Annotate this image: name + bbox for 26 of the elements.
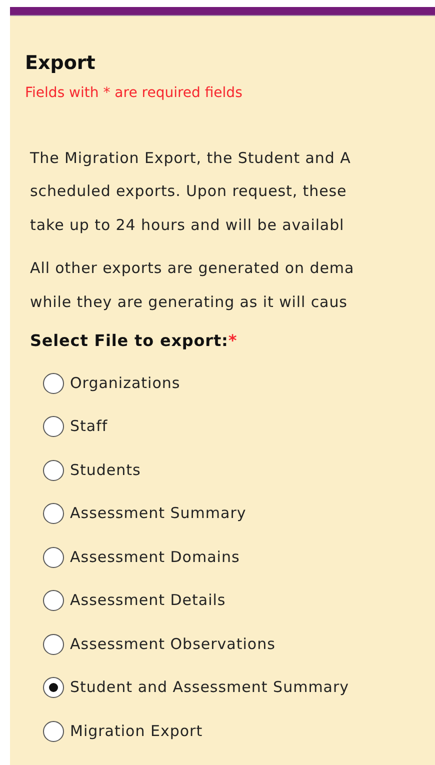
paragraph-line: take up to 24 hours and will be availabl [30,214,344,236]
radio-button[interactable] [43,677,64,698]
radio-label[interactable]: Migration Export [70,720,203,742]
radio-label[interactable]: Assessment Domains [70,546,240,568]
radio-label[interactable]: Assessment Observations [70,632,276,656]
paragraph-line: while they are generating as it will caus [30,292,348,313]
page-title: Export [25,52,96,75]
radio-label[interactable]: Assessment Summary [70,502,246,525]
radio-button[interactable] [43,546,64,568]
radio-button[interactable] [43,720,64,742]
radio-label[interactable]: Students [70,458,141,482]
required-note: Fields with * are required fields [25,84,244,103]
radio-button[interactable] [43,416,64,438]
paragraph-line: All other exports are generated on dema [30,258,354,280]
radio-button[interactable] [43,460,64,481]
field-label: Select File to export:* [29,330,238,352]
radio-label[interactable]: Student and Assessment Summary [70,676,350,699]
radio-label[interactable]: Staff [70,415,108,438]
paragraph-line: scheduled exports. Upon request, these [30,181,347,202]
radio-button[interactable] [43,372,64,394]
radio-label[interactable]: Organizations [70,372,180,394]
radio-button[interactable] [43,634,64,655]
radio-button[interactable] [43,590,64,612]
radio-label[interactable]: Assessment Details [70,589,226,612]
radio-button[interactable] [43,503,64,524]
paragraph-line: The Migration Export, the Student and A [30,148,351,169]
